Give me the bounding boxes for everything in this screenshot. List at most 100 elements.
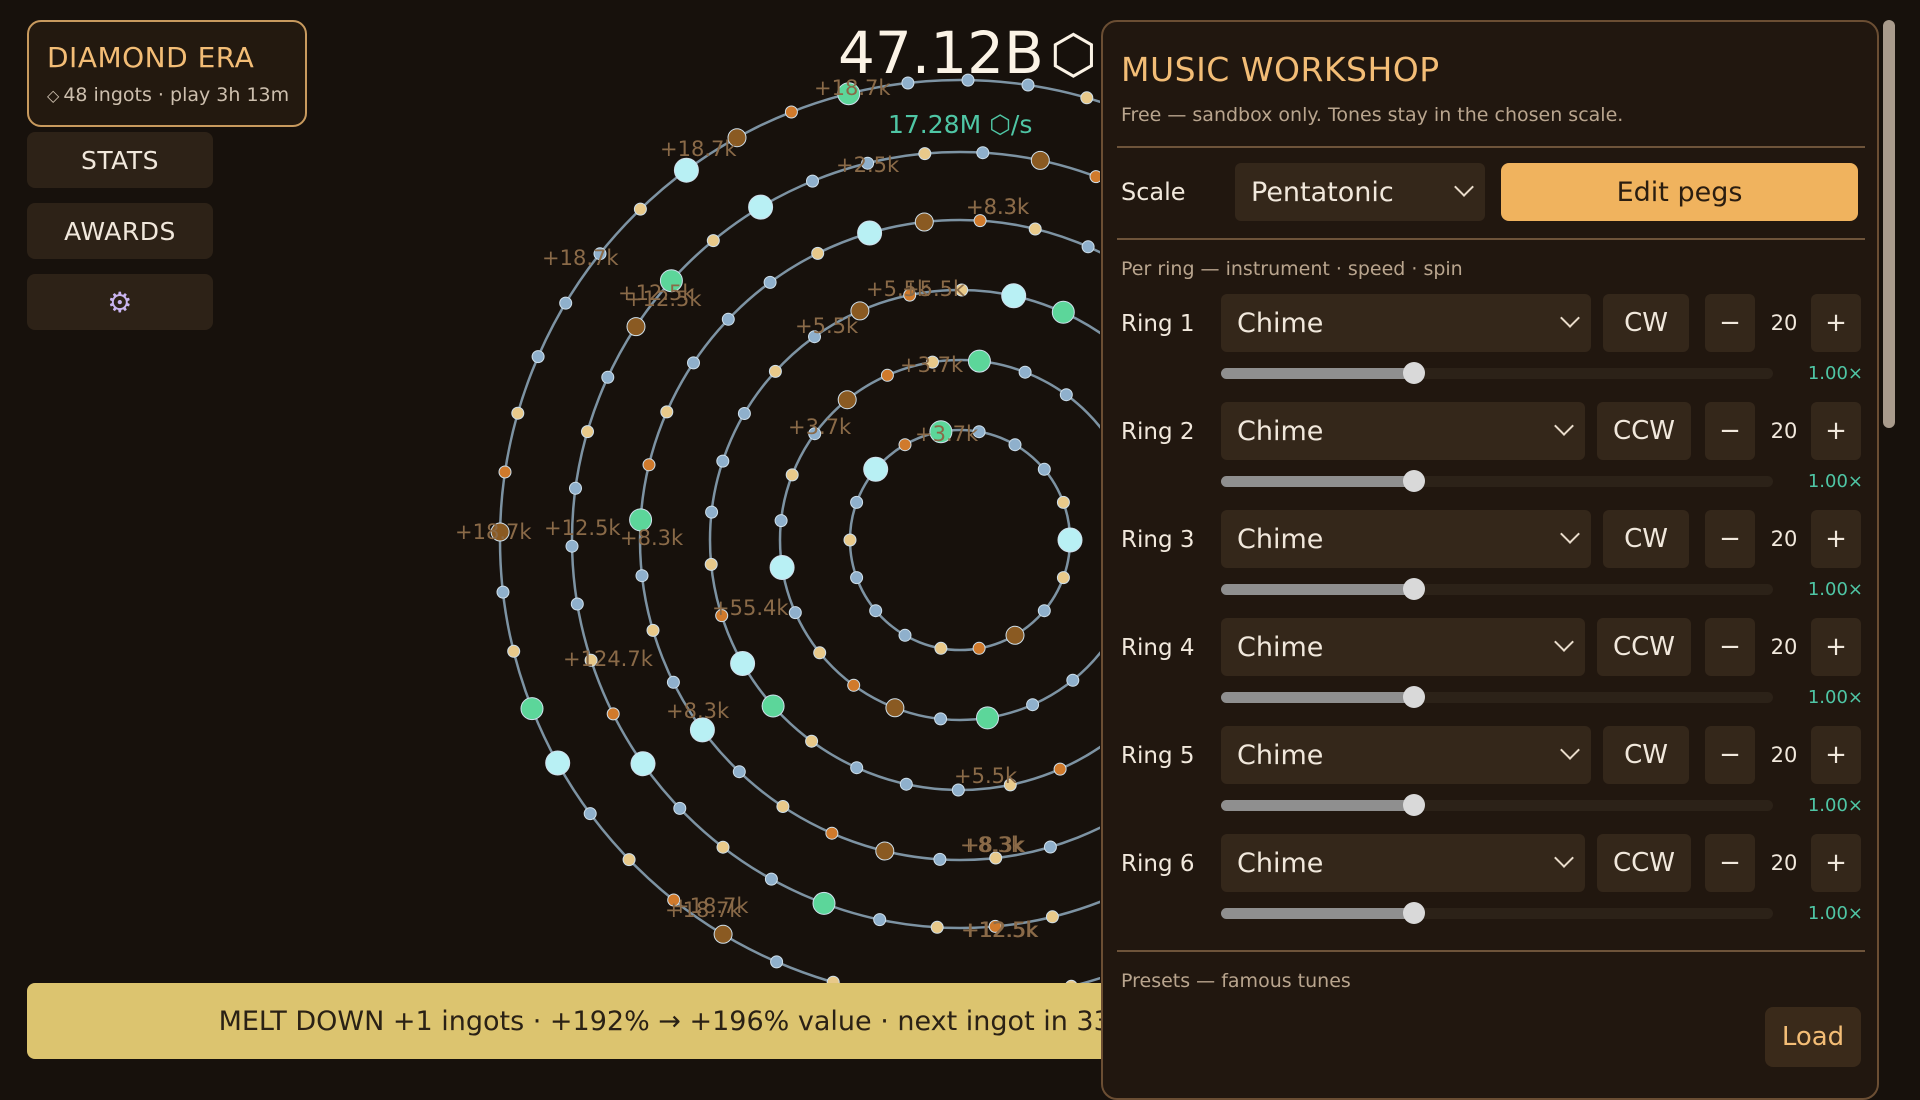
peg[interactable] [843, 533, 857, 547]
peg[interactable] [716, 454, 730, 468]
slider-thumb[interactable] [1403, 794, 1426, 816]
peg[interactable] [1059, 388, 1073, 402]
peg[interactable] [899, 777, 913, 791]
speed-decrease-button[interactable]: − [1705, 726, 1755, 784]
peg[interactable] [1056, 495, 1070, 509]
spin-direction-button[interactable]: CW [1603, 294, 1689, 352]
peg[interactable] [918, 147, 932, 161]
speed-decrease-button[interactable]: − [1705, 834, 1755, 892]
peg[interactable] [1053, 762, 1067, 776]
peg[interactable] [520, 697, 544, 721]
peg[interactable] [666, 675, 680, 689]
peg[interactable] [976, 706, 999, 730]
peg[interactable] [1056, 571, 1070, 585]
peg[interactable] [769, 555, 795, 580]
peg[interactable] [507, 644, 521, 658]
peg[interactable] [805, 734, 819, 748]
peg[interactable] [770, 955, 784, 969]
load-button[interactable]: Load [1765, 1007, 1861, 1067]
speed-slider[interactable] [1221, 794, 1773, 816]
peg[interactable] [1080, 91, 1094, 105]
peg[interactable] [581, 425, 594, 439]
peg[interactable] [730, 651, 756, 676]
peg[interactable] [630, 751, 656, 777]
peg[interactable] [511, 406, 525, 420]
peg[interactable] [825, 826, 839, 840]
speed-increase-button[interactable]: + [1811, 726, 1861, 784]
peg[interactable] [713, 924, 733, 944]
peg[interactable] [583, 807, 597, 821]
speed-slider[interactable] [1221, 686, 1773, 708]
peg[interactable] [1037, 604, 1051, 618]
peg[interactable] [850, 571, 864, 585]
peg[interactable] [934, 641, 948, 655]
peg[interactable] [498, 465, 512, 479]
peg[interactable] [633, 202, 647, 216]
speed-increase-button[interactable]: + [1811, 618, 1861, 676]
peg[interactable] [761, 694, 785, 718]
peg[interactable] [1001, 283, 1027, 309]
speed-decrease-button[interactable]: − [1705, 510, 1755, 568]
peg[interactable] [1045, 910, 1059, 924]
peg[interactable] [704, 557, 718, 571]
peg[interactable] [732, 765, 746, 779]
peg[interactable] [635, 569, 649, 583]
peg[interactable] [1037, 462, 1051, 476]
peg[interactable] [857, 220, 883, 246]
spin-direction-button[interactable]: CCW [1597, 834, 1691, 892]
peg[interactable] [687, 356, 700, 370]
peg[interactable] [1051, 300, 1075, 324]
slider-thumb[interactable] [1403, 686, 1426, 708]
peg[interactable] [642, 458, 656, 472]
peg[interactable] [716, 840, 730, 854]
peg[interactable] [706, 234, 720, 248]
peg[interactable] [847, 678, 861, 692]
peg[interactable] [972, 641, 986, 655]
peg[interactable] [559, 296, 573, 310]
peg[interactable] [976, 146, 990, 160]
peg[interactable] [1005, 625, 1025, 645]
speed-slider[interactable] [1221, 470, 1773, 492]
peg[interactable] [934, 712, 948, 726]
speed-increase-button[interactable]: + [1811, 834, 1861, 892]
slider-thumb[interactable] [1403, 470, 1426, 492]
slider-thumb[interactable] [1403, 902, 1426, 924]
peg[interactable] [914, 212, 934, 232]
peg[interactable] [850, 761, 864, 775]
instrument-select[interactable]: Chime [1221, 402, 1585, 460]
speed-increase-button[interactable]: + [1811, 402, 1861, 460]
peg[interactable] [748, 194, 774, 220]
peg[interactable] [606, 707, 620, 721]
peg[interactable] [784, 105, 798, 119]
edit-pegs-button[interactable]: Edit pegs [1501, 163, 1858, 221]
peg[interactable] [1081, 240, 1095, 254]
peg[interactable] [930, 920, 944, 934]
peg[interactable] [837, 390, 857, 410]
peg[interactable] [774, 514, 788, 528]
peg[interactable] [737, 407, 751, 420]
peg[interactable] [1030, 150, 1050, 170]
speed-increase-button[interactable]: + [1811, 294, 1861, 352]
peg[interactable] [806, 174, 819, 188]
peg[interactable] [880, 368, 894, 382]
peg[interactable] [1028, 222, 1042, 236]
spin-direction-button[interactable]: CW [1603, 510, 1689, 568]
peg[interactable] [545, 750, 571, 776]
peg[interactable] [721, 312, 735, 326]
peg[interactable] [705, 505, 719, 519]
spin-direction-button[interactable]: CCW [1597, 618, 1691, 676]
instrument-select[interactable]: Chime [1221, 726, 1591, 784]
scale-select[interactable]: Pentatonic [1235, 163, 1485, 221]
peg[interactable] [811, 246, 825, 260]
peg[interactable] [531, 350, 545, 364]
speed-slider[interactable] [1221, 578, 1773, 600]
peg[interactable] [898, 628, 912, 642]
peg[interactable] [967, 349, 991, 373]
spin-direction-button[interactable]: CW [1603, 726, 1689, 784]
peg[interactable] [885, 698, 905, 718]
instrument-select[interactable]: Chime [1221, 294, 1591, 352]
instrument-select[interactable]: Chime [1221, 510, 1591, 568]
peg[interactable] [813, 646, 827, 660]
slider-thumb[interactable] [1403, 362, 1426, 384]
ring-field[interactable]: +8.3k +3.7k +5.5k +5.5k +55.4k +8.3k +5.… [0, 0, 1100, 1000]
